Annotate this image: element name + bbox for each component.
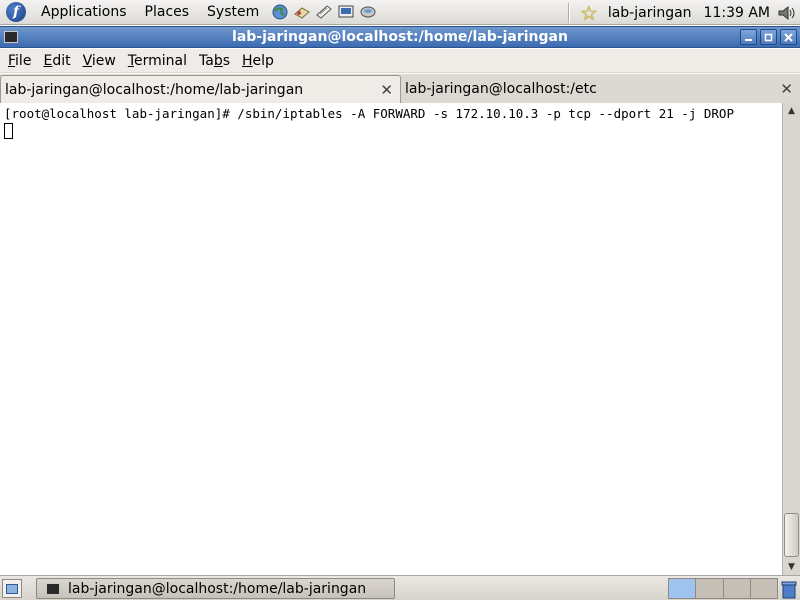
minimize-button[interactable]	[740, 29, 757, 45]
tab-home[interactable]: lab-jaringan@localhost:/home/lab-jaringa…	[0, 75, 401, 104]
menu-edit-label-rest: dit	[52, 52, 71, 69]
menu-tabs-mnemonic: b	[213, 52, 223, 69]
fedora-logo-icon[interactable]: f	[6, 2, 26, 22]
menu-file[interactable]: File	[2, 53, 37, 69]
tab-home-close-icon[interactable]: ✕	[380, 81, 393, 99]
terminal-line: [root@localhost lab-jaringan]# /sbin/ipt…	[4, 106, 734, 121]
tab-etc[interactable]: lab-jaringan@localhost:/etc ✕	[401, 75, 800, 103]
volume-icon[interactable]	[776, 3, 798, 23]
network-icon[interactable]	[358, 2, 378, 22]
taskbar-window-button[interactable]: lab-jaringan@localhost:/home/lab-jaringa…	[36, 578, 395, 599]
close-button[interactable]	[780, 29, 797, 45]
show-desktop-button[interactable]	[2, 579, 22, 598]
desktop-icon	[6, 583, 18, 594]
trash-icon[interactable]	[780, 578, 798, 599]
menu-edit-mnemonic: E	[43, 52, 53, 69]
menu-view-label-rest: iew	[91, 52, 116, 69]
menu-tabs-label-rest: s	[222, 52, 231, 69]
window-titlebar[interactable]: lab-jaringan@localhost:/home/lab-jaringa…	[0, 26, 800, 48]
terminal-app-icon	[46, 582, 60, 595]
window-controls	[740, 29, 797, 45]
launcher-group	[270, 2, 378, 22]
mail-icon[interactable]	[292, 2, 312, 22]
notes-icon[interactable]	[314, 2, 334, 22]
tab-bar: lab-jaringan@localhost:/home/lab-jaringa…	[0, 74, 800, 104]
presentation-icon[interactable]	[336, 2, 356, 22]
menu-tabs[interactable]: Tabs	[193, 53, 236, 69]
menu-view[interactable]: View	[77, 53, 122, 69]
user-switcher[interactable]: lab-jaringan	[608, 5, 692, 21]
tab-etc-label: lab-jaringan@localhost:/etc	[405, 81, 597, 97]
menu-terminal[interactable]: Terminal	[122, 53, 193, 69]
scroll-up-arrow-icon[interactable]: ▲	[784, 104, 799, 118]
bottom-panel: lab-jaringan@localhost:/home/lab-jaringa…	[0, 575, 800, 600]
terminal-area[interactable]: [root@localhost lab-jaringan]# /sbin/ipt…	[0, 103, 782, 575]
workspace-switcher	[668, 578, 778, 599]
star-icon[interactable]: ☆	[580, 3, 598, 23]
places-menu[interactable]: Places	[136, 0, 199, 25]
panel-tray: ☆ lab-jaringan 11:39 AM	[567, 0, 800, 25]
tab-etc-close-icon[interactable]: ✕	[780, 80, 793, 98]
workspace-1[interactable]	[669, 579, 697, 598]
terminal-scrollbar[interactable]: ▲ ▼	[782, 103, 800, 575]
menu-tabs-label: Ta	[199, 52, 214, 69]
tab-home-label: lab-jaringan@localhost:/home/lab-jaringa…	[5, 82, 304, 98]
menubar: File Edit View Terminal Tabs Help	[0, 49, 800, 73]
menu-help-mnemonic: H	[242, 52, 253, 69]
menu-file-label-rest: ile	[15, 52, 32, 69]
taskbar-window-label: lab-jaringan@localhost:/home/lab-jaringa…	[68, 580, 367, 597]
workspace-4[interactable]	[750, 579, 777, 598]
text-cursor	[4, 123, 13, 139]
maximize-button[interactable]	[760, 29, 777, 45]
menu-help-label-rest: elp	[252, 52, 274, 69]
web-browser-icon[interactable]	[270, 2, 290, 22]
panel-separator	[567, 2, 570, 23]
menu-edit[interactable]: Edit	[37, 53, 76, 69]
applications-menu[interactable]: Applications	[32, 0, 136, 25]
top-panel: f Applications Places System ☆ lab-jarin…	[0, 0, 800, 25]
menu-terminal-label-rest: erminal	[134, 52, 187, 69]
workspace-2[interactable]	[696, 579, 724, 598]
window-title: lab-jaringan@localhost:/home/lab-jaringa…	[232, 29, 568, 45]
scrollbar-thumb[interactable]	[784, 513, 799, 557]
system-menu[interactable]: System	[198, 0, 268, 25]
clock[interactable]: 11:39 AM	[704, 5, 770, 21]
menu-view-mnemonic: V	[82, 52, 92, 69]
workspace-3[interactable]	[723, 579, 751, 598]
scroll-down-arrow-icon[interactable]: ▼	[784, 560, 799, 574]
menu-help[interactable]: Help	[236, 53, 280, 69]
menu-file-mnemonic: F	[8, 52, 16, 69]
